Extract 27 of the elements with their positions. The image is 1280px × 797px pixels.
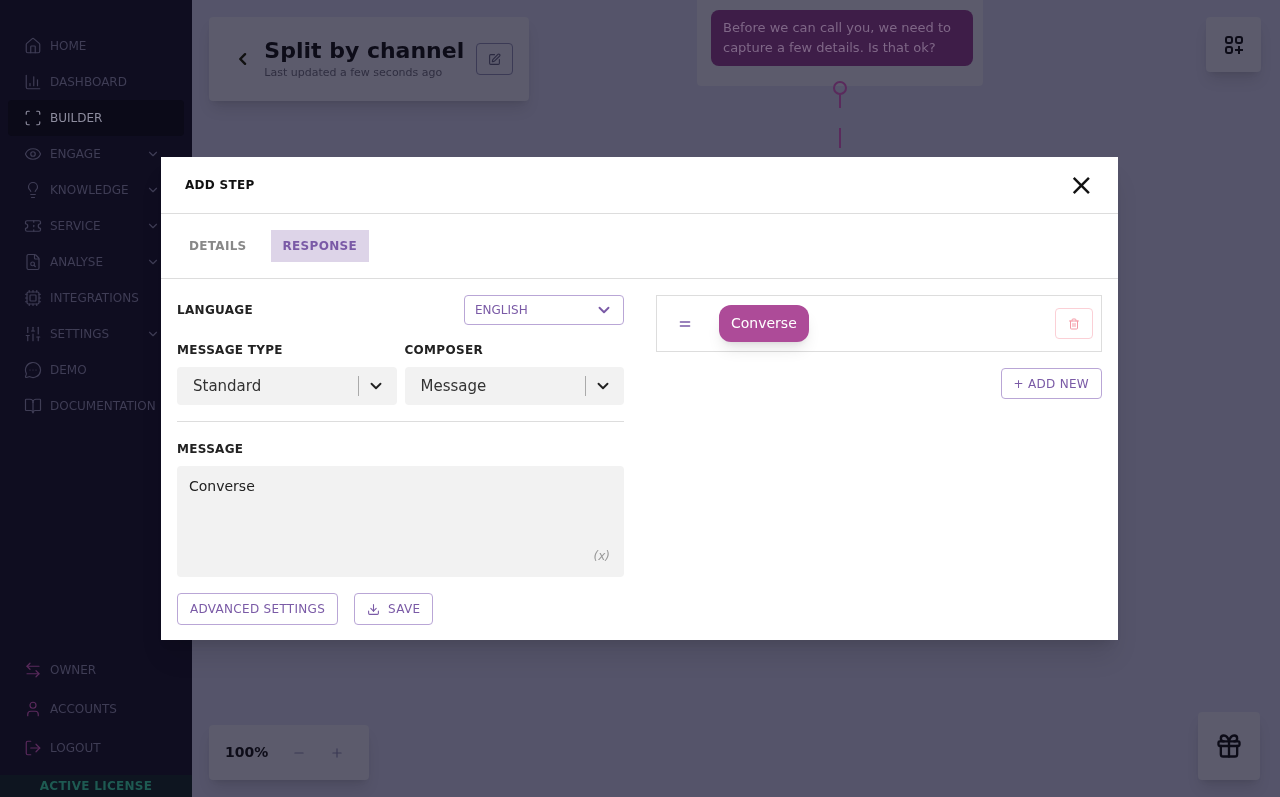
license-label: ACTIVE LICENSE xyxy=(39,778,153,795)
select-value: Message xyxy=(420,375,488,397)
dialog-title: ADD STEP xyxy=(185,177,256,194)
field-label: MESSAGE xyxy=(177,441,245,458)
select-value: ENGLISH xyxy=(475,302,529,319)
field-label: COMPOSER xyxy=(404,342,484,359)
add-new-button[interactable]: + ADD NEW xyxy=(1000,368,1102,399)
language-select[interactable]: ENGLISH xyxy=(464,295,624,325)
flow-title: Split by channel xyxy=(264,37,465,65)
field-label: LANGUAGE xyxy=(177,302,253,319)
message-bubble: Before we can call you, we need to capture a few details. Is that ok? xyxy=(711,10,973,66)
field-label: MESSAGE TYPE xyxy=(177,342,284,359)
message-text: Converse xyxy=(189,478,255,494)
select-field[interactable]: Message xyxy=(404,367,624,405)
variable-button[interactable]: (x) xyxy=(593,547,610,565)
tab[interactable]: DETAILS xyxy=(177,230,259,262)
tab[interactable]: RESPONSE xyxy=(270,230,369,262)
select-field[interactable]: Standard xyxy=(177,367,397,405)
zoom-level: 100% xyxy=(225,743,269,762)
response-chip[interactable]: Converse xyxy=(719,305,809,342)
sidebar-item[interactable]: BUILDER xyxy=(8,100,184,136)
sidebar-label: BUILDER xyxy=(50,110,104,127)
message-field[interactable]: Converse (x) xyxy=(177,466,624,577)
close-button[interactable]: × xyxy=(1068,170,1094,200)
save-button[interactable]: SAVE xyxy=(354,593,434,625)
select-value: Standard xyxy=(193,375,263,397)
settings-button[interactable]: ADVANCED SETTINGS xyxy=(177,593,339,625)
